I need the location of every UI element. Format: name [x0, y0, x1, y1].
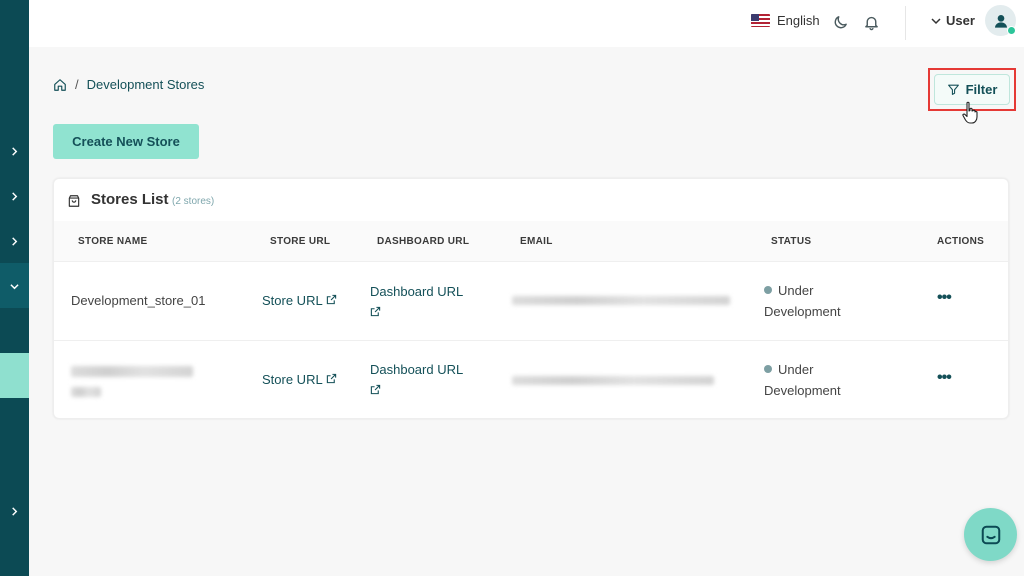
row-actions-menu[interactable]: •••	[937, 369, 952, 387]
store-name-redacted-2	[71, 387, 101, 397]
filter-label: Filter	[965, 82, 998, 97]
status-line-2: Development	[764, 383, 841, 398]
chat-icon	[981, 525, 1000, 544]
sidebar-expand-5[interactable]	[0, 501, 29, 521]
store-url-label: Store URL	[262, 293, 323, 308]
sidebar-expand-1[interactable]	[0, 141, 29, 161]
chevron-right-icon	[12, 191, 18, 201]
user-label: User	[946, 13, 975, 28]
email-redacted	[512, 376, 714, 385]
dashboard-url-label: Dashboard URL	[370, 284, 464, 299]
table-row: Store URL Dashboard URL Under Developmen…	[54, 340, 1008, 419]
hand-cursor-icon	[962, 101, 978, 124]
store-url-link[interactable]: Store URL	[262, 372, 337, 387]
online-status-dot	[1007, 26, 1016, 35]
chat-launcher[interactable]	[964, 508, 1017, 561]
external-link-icon	[370, 384, 381, 395]
bag-icon	[68, 195, 80, 207]
chevron-right-icon	[12, 236, 18, 246]
status-line-2: Development	[764, 304, 841, 319]
language-label: English	[777, 13, 820, 28]
col-store-name: STORE NAME	[78, 236, 148, 247]
external-link-icon	[370, 306, 381, 317]
create-new-store-button[interactable]: Create New Store	[53, 124, 199, 159]
status-badge: Under Development	[764, 280, 841, 322]
sidebar	[0, 0, 29, 576]
user-icon	[994, 14, 1007, 28]
dashboard-url-link[interactable]: Dashboard URL	[370, 281, 463, 323]
moon-icon	[834, 15, 847, 28]
user-menu[interactable]: User	[931, 13, 975, 28]
card-header: Stores List (2 stores)	[54, 179, 1008, 221]
col-email: EMAIL	[520, 236, 553, 247]
store-url-link[interactable]: Store URL	[262, 293, 337, 308]
store-name-redacted	[71, 366, 193, 377]
breadcrumb-separator: /	[75, 77, 79, 92]
avatar[interactable]	[985, 5, 1016, 36]
stores-list-card: Stores List (2 stores) STORE NAME STORE …	[53, 178, 1009, 419]
breadcrumb: / Development Stores	[53, 77, 204, 92]
external-link-icon	[326, 373, 337, 384]
topbar-divider	[905, 6, 906, 40]
status-dot	[764, 286, 772, 294]
dashboard-url-link[interactable]: Dashboard URL	[370, 359, 463, 401]
email-redacted	[512, 296, 730, 305]
status-line-1: Under	[778, 283, 814, 298]
home-icon[interactable]	[53, 78, 67, 92]
breadcrumb-current: Development Stores	[86, 77, 205, 92]
table-row: Development_store_01 Store URL Dashboard…	[54, 261, 1008, 340]
notifications-button[interactable]	[861, 12, 881, 32]
status-line-1: Under	[778, 362, 814, 377]
col-dashboard-url: DASHBOARD URL	[377, 236, 470, 247]
sidebar-expand-3[interactable]	[0, 231, 29, 251]
chevron-right-icon	[12, 506, 18, 516]
col-actions: ACTIONS	[937, 236, 985, 247]
sidebar-expand-2[interactable]	[0, 186, 29, 206]
language-selector[interactable]: English	[751, 13, 820, 28]
sidebar-item-selected[interactable]	[0, 353, 29, 398]
flag-us-icon	[751, 14, 770, 27]
col-store-url: STORE URL	[270, 236, 331, 247]
row-actions-menu[interactable]: •••	[937, 289, 952, 307]
col-status: STATUS	[771, 236, 812, 247]
chevron-down-icon	[931, 17, 941, 24]
external-link-icon	[326, 294, 337, 305]
chevron-down-icon	[10, 283, 19, 289]
chevron-right-icon	[12, 146, 18, 156]
card-title: Stores List	[91, 191, 169, 208]
dashboard-url-label: Dashboard URL	[370, 362, 464, 377]
bell-icon	[864, 16, 878, 30]
sidebar-collapse-4[interactable]	[0, 276, 29, 296]
store-url-label: Store URL	[262, 372, 323, 387]
store-count: (2 stores)	[172, 196, 215, 207]
status-dot	[764, 365, 772, 373]
store-name: Development_store_01	[71, 293, 206, 308]
filter-icon	[947, 84, 959, 95]
status-badge: Under Development	[764, 359, 841, 401]
theme-toggle[interactable]	[830, 12, 850, 32]
table-header: STORE NAME STORE URL DASHBOARD URL EMAIL…	[54, 221, 1008, 261]
